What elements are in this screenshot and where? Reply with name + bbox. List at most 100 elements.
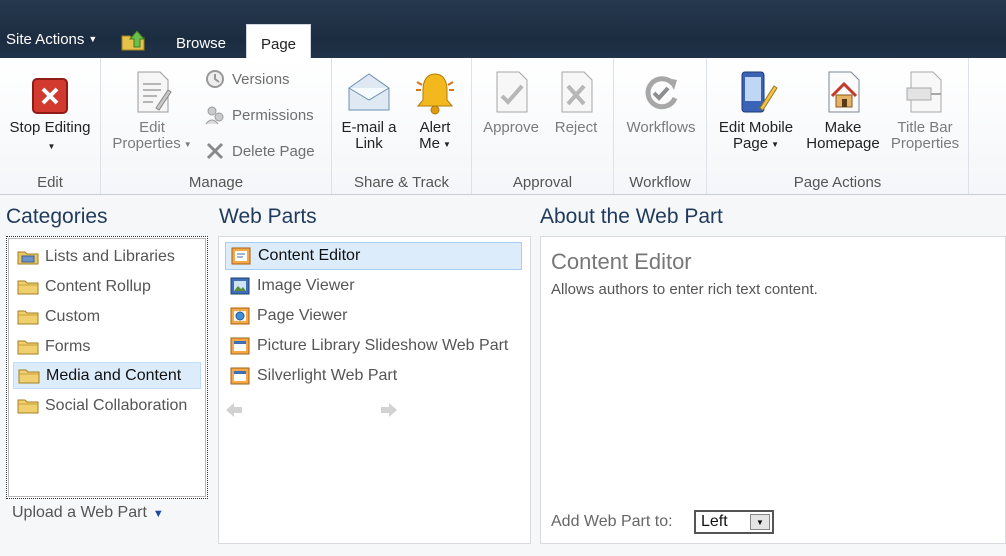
upload-web-part-link[interactable]: Upload a Web Part ▼ (12, 504, 164, 522)
folder-icon (17, 340, 39, 354)
make-homepage-button[interactable]: Make Homepage (803, 68, 883, 152)
document-properties-icon (137, 71, 172, 113)
title-bar-properties-button[interactable]: Title Bar Properties (885, 68, 965, 152)
reject-label: Reject (554, 119, 598, 136)
webpart-label: Content Editor (258, 247, 361, 264)
webpart-label: Image Viewer (257, 277, 355, 294)
silverlight-icon (230, 367, 250, 385)
make-homepage-label-2: Homepage (806, 135, 880, 152)
folder-icon (18, 369, 40, 383)
workflows-label: Workflows (626, 119, 696, 136)
title-bar-icon (906, 71, 942, 113)
folder-list-icon (17, 251, 39, 264)
stop-editing-button[interactable]: Stop Editing ▼ (4, 76, 96, 156)
category-label: Content Rollup (45, 277, 151, 295)
category-custom[interactable]: Custom (13, 303, 201, 330)
web-parts-list: Content Editor Image Viewer Page Viewer … (218, 236, 531, 544)
bell-icon (416, 73, 454, 115)
group-label-workflow: Workflow (629, 174, 691, 191)
home-page-icon (828, 71, 860, 113)
webpart-content-editor[interactable]: Content Editor (225, 242, 522, 270)
alert-label-1: Alert (419, 119, 451, 136)
add-web-part-label: Add Web Part to: (551, 513, 673, 530)
alert-me-button[interactable]: Alert Me ▼ (404, 68, 466, 154)
permissions-icon (205, 106, 224, 125)
category-content-rollup[interactable]: Content Rollup (13, 273, 201, 300)
versions-button[interactable]: Versions (204, 68, 290, 90)
group-approval: Approve Reject Approval (472, 58, 614, 194)
group-edit: Stop Editing ▼ Edit (0, 58, 101, 194)
dropdown-arrow-icon[interactable]: ▼ (750, 514, 770, 530)
email-label-2: Link (355, 135, 383, 152)
tab-browse[interactable]: Browse (164, 24, 238, 58)
about-panel: Content Editor Allows authors to enter r… (540, 236, 1006, 544)
webpart-picture-library-slideshow[interactable]: Picture Library Slideshow Web Part (225, 332, 522, 360)
stop-editing-icon (32, 78, 68, 114)
previous-arrow-icon[interactable] (225, 402, 243, 418)
webpart-label: Picture Library Slideshow Web Part (257, 337, 509, 354)
chevron-down-icon: ▼ (88, 34, 98, 44)
edit-properties-label-1: Edit (139, 119, 165, 136)
group-label-edit: Edit (37, 174, 63, 191)
about-title: About the Web Part (540, 205, 723, 228)
group-label-approval: Approval (512, 174, 573, 191)
category-social-collaboration[interactable]: Social Collaboration (13, 392, 201, 419)
stop-editing-label: Stop Editing (9, 119, 91, 136)
webpart-silverlight[interactable]: Silverlight Web Part (225, 362, 522, 390)
category-label: Custom (45, 307, 101, 325)
make-homepage-label-1: Make (824, 119, 862, 136)
group-workflow: Workflows Workflow (614, 58, 707, 194)
web-part-adder: Categories Web Parts About the Web Part … (0, 195, 1006, 556)
folder-icon (17, 280, 39, 294)
navigate-up-icon[interactable] (121, 29, 147, 51)
about-description: Allows authors to enter rich text conten… (551, 281, 818, 298)
versions-icon (206, 70, 224, 88)
edit-mobile-page-button[interactable]: Edit Mobile Page ▼ (713, 68, 799, 154)
add-web-part-zone-select[interactable]: Left ▼ (694, 510, 774, 534)
zone-select-value: Left (701, 513, 728, 530)
delete-page-button[interactable]: Delete Page (204, 140, 315, 162)
webpart-page-viewer[interactable]: Page Viewer (225, 302, 522, 330)
next-arrow-icon[interactable] (380, 402, 398, 418)
category-label: Social Collaboration (45, 396, 188, 414)
delete-page-label: Delete Page (232, 142, 315, 160)
approve-button[interactable]: Approve (478, 68, 544, 136)
category-label: Media and Content (46, 366, 182, 384)
approve-label: Approve (483, 119, 539, 136)
title-bar-label-1: Title Bar (897, 119, 953, 136)
edit-mobile-label-2: Page (733, 135, 769, 152)
group-manage: Edit Properties ▼ Versions Permissions De… (101, 58, 332, 194)
top-bar: Site Actions ▼ Browse Page (0, 0, 1006, 58)
workflows-button[interactable]: Workflows (618, 68, 704, 136)
category-forms[interactable]: Forms (13, 333, 201, 360)
reject-icon (561, 71, 593, 113)
category-label: Lists and Libraries (45, 247, 175, 265)
workflows-icon (645, 76, 678, 110)
reject-button[interactable]: Reject (546, 68, 606, 136)
categories-title: Categories (6, 205, 108, 228)
group-label-page-actions: Page Actions (793, 174, 882, 191)
page-viewer-icon (230, 307, 250, 325)
category-media-and-content[interactable]: Media and Content (13, 362, 201, 389)
versions-label: Versions (232, 70, 290, 88)
category-lists-and-libraries[interactable]: Lists and Libraries (13, 243, 201, 270)
about-part-name: Content Editor (551, 249, 692, 274)
chevron-down-icon: ▼ (47, 142, 56, 151)
chevron-down-icon: ▼ (771, 140, 779, 149)
site-actions-menu[interactable]: Site Actions ▼ (6, 31, 97, 48)
delete-icon (206, 142, 224, 160)
group-share-track: E-mail a Link Alert Me ▼ Share & Track (332, 58, 472, 194)
content-editor-icon (231, 247, 251, 265)
title-bar-label-2: Properties (890, 135, 960, 152)
ribbon: Stop Editing ▼ Edit Edit Properties ▼ Ver… (0, 58, 1006, 195)
edit-mobile-label-1: Edit Mobile (718, 119, 794, 136)
image-viewer-icon (230, 277, 250, 295)
mobile-page-icon (741, 71, 778, 113)
permissions-button[interactable]: Permissions (204, 104, 314, 126)
edit-properties-button[interactable]: Edit Properties ▼ (107, 68, 197, 154)
category-label: Forms (45, 337, 91, 355)
email-link-button[interactable]: E-mail a Link (336, 68, 402, 152)
webpart-image-viewer[interactable]: Image Viewer (225, 272, 522, 300)
chevron-down-icon: ▼ (442, 140, 451, 149)
tab-page[interactable]: Page (246, 24, 311, 58)
